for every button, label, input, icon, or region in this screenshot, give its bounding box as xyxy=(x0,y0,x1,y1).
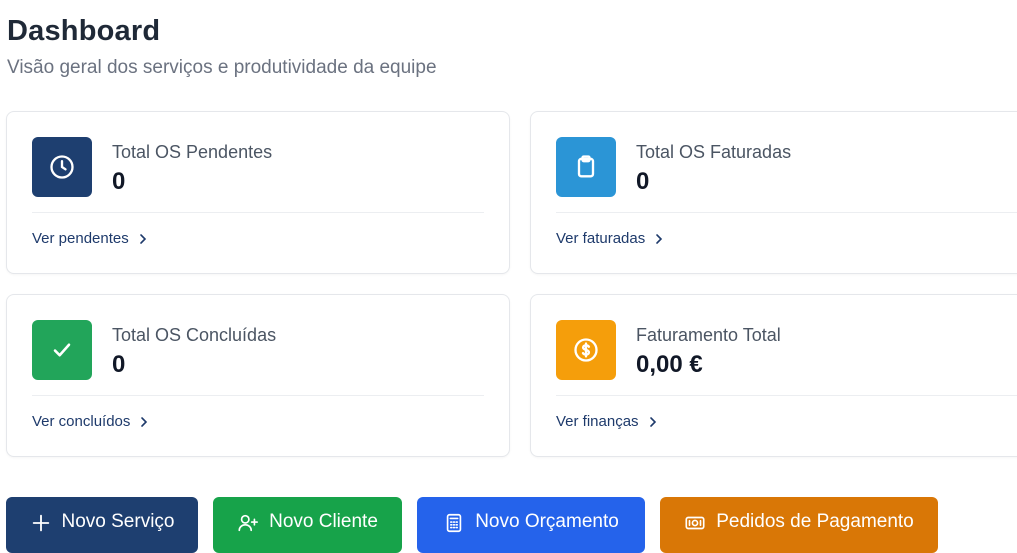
view-concluidos-link[interactable]: Ver concluídos xyxy=(32,413,150,430)
divider xyxy=(32,212,484,213)
card-os-concluidas: Total OS Concluídas 0 Ver concluídos xyxy=(6,294,510,457)
card-label: Total OS Faturadas xyxy=(636,142,792,162)
card-value: 0 xyxy=(636,168,650,195)
card-label: Total OS Pendentes xyxy=(112,142,273,162)
card-value: 0 xyxy=(112,168,126,195)
link-label: Ver pendentes xyxy=(32,230,129,247)
page-subtitle: Visão geral dos serviços e produtividade… xyxy=(7,57,437,78)
card-value: 0,00 € xyxy=(636,351,703,378)
view-financas-link[interactable]: Ver finanças xyxy=(556,413,659,430)
link-label: Ver finanças xyxy=(556,413,639,430)
card-faturamento-total: Faturamento Total 0,00 € Ver finanças xyxy=(530,294,1017,457)
dollar-circle-icon xyxy=(556,320,616,380)
divider xyxy=(556,212,1017,213)
calculator-icon xyxy=(446,513,462,533)
clock-icon xyxy=(32,137,92,197)
card-label: Faturamento Total xyxy=(636,325,781,345)
button-label: Novo Orçamento xyxy=(475,511,619,532)
button-label: Novo Serviço xyxy=(61,511,175,532)
user-plus-icon xyxy=(238,514,259,532)
cash-icon xyxy=(685,516,705,530)
chevron-right-icon xyxy=(649,416,656,427)
card-os-pendentes: Total OS Pendentes 0 Ver pendentes xyxy=(6,111,510,274)
view-pendentes-link[interactable]: Ver pendentes xyxy=(32,230,149,247)
chevron-right-icon xyxy=(656,233,663,244)
card-label: Total OS Concluídas xyxy=(112,325,277,345)
divider xyxy=(556,395,1017,396)
chevron-right-icon xyxy=(141,416,148,427)
card-value: 0 xyxy=(112,351,126,378)
view-faturadas-link[interactable]: Ver faturadas xyxy=(556,230,665,247)
link-label: Ver faturadas xyxy=(556,230,646,247)
clipboard-icon xyxy=(556,137,616,197)
plus-icon xyxy=(32,514,49,532)
divider xyxy=(32,395,484,396)
link-label: Ver concluídos xyxy=(32,413,131,430)
button-label: Novo Cliente xyxy=(269,511,378,532)
chevron-right-icon xyxy=(139,233,146,244)
check-icon xyxy=(32,320,92,380)
button-label: Pedidos de Pagamento xyxy=(716,511,914,532)
page-title: Dashboard xyxy=(7,15,161,47)
card-os-faturadas: Total OS Faturadas 0 Ver faturadas xyxy=(530,111,1017,274)
